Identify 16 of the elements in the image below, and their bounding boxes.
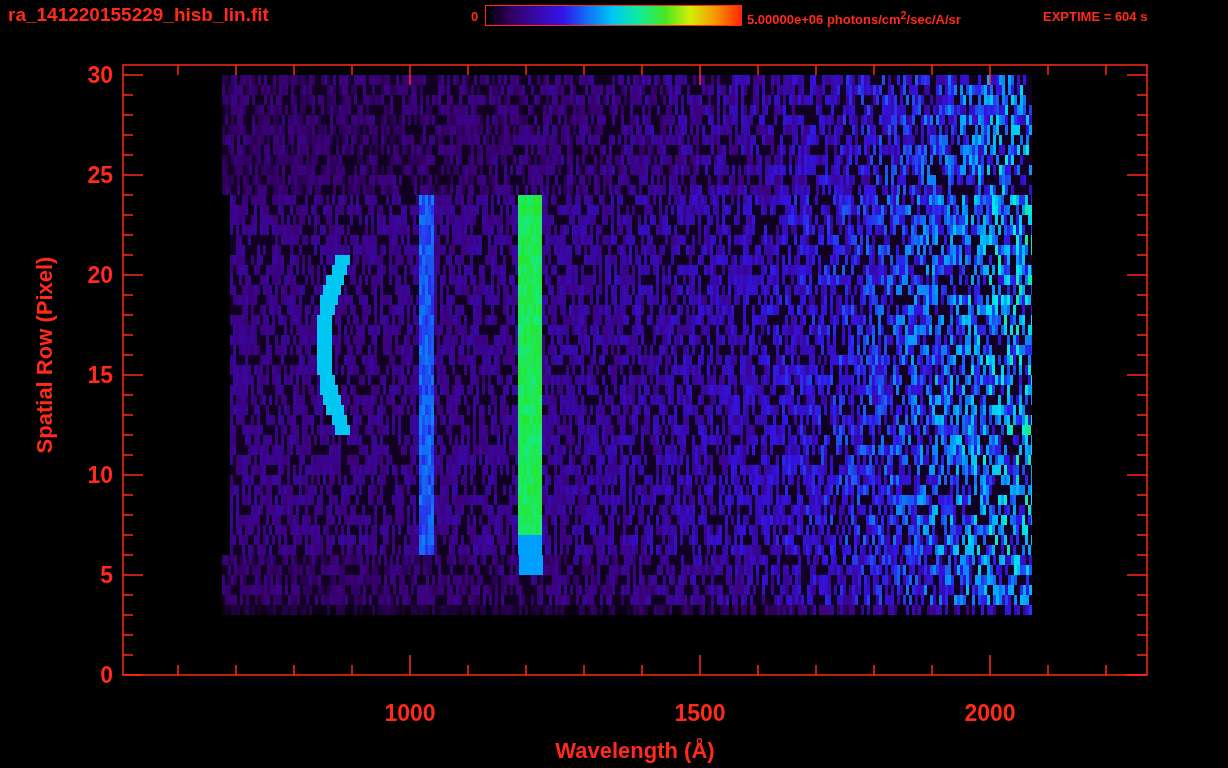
x-tick-label: 1000	[384, 700, 436, 726]
y-tick-label: 0	[100, 662, 113, 688]
y-tick-label: 15	[87, 362, 113, 388]
x-tick-label: 2000	[964, 700, 1016, 726]
y-tick-label: 20	[87, 262, 113, 288]
y-tick-label: 25	[87, 162, 113, 188]
exposure-time: EXPTIME = 604 s	[1043, 9, 1148, 24]
y-tick-label: 5	[100, 562, 113, 588]
colorbar-min-label: 0	[471, 9, 479, 24]
x-tick-label: 1500	[674, 700, 726, 726]
y-tick-label: 30	[87, 62, 113, 88]
x-axis-label: Wavelength (Å)	[555, 738, 715, 763]
y-axis-label: Spatial Row (Pixel)	[32, 256, 57, 454]
y-tick-label: 10	[87, 462, 113, 488]
colorbar-max-label: 5.00000e+06 photons/cm$^{2}$/sec/A/sr	[747, 9, 961, 28]
file-title: ra_141220155229_hisb_lin.fit	[8, 4, 269, 26]
